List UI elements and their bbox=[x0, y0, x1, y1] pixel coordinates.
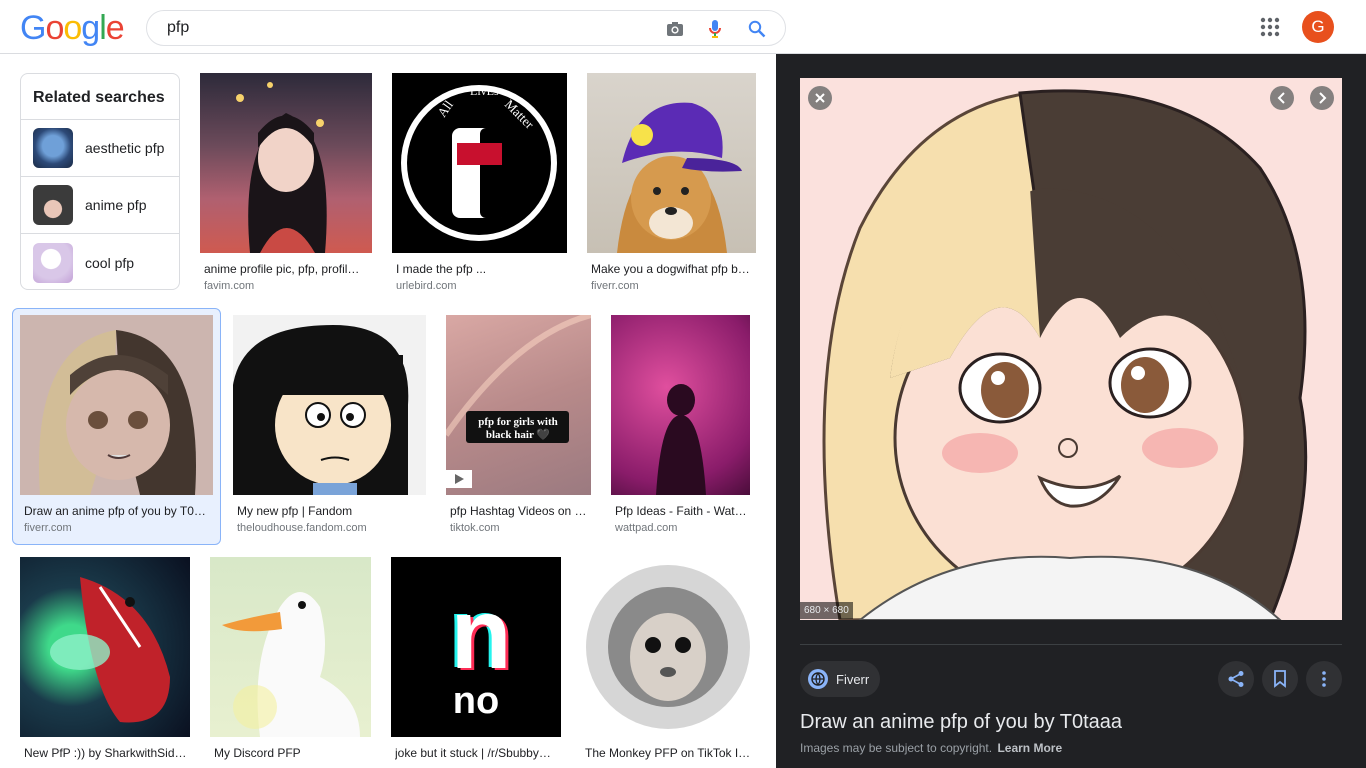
camera-icon[interactable] bbox=[663, 17, 687, 41]
apps-grid-icon[interactable] bbox=[1258, 15, 1282, 39]
result-caption[interactable]: anime profile pic, pfp, profil… bbox=[204, 262, 370, 276]
result-source: urlebird.com bbox=[396, 280, 457, 292]
result-caption[interactable]: Pfp Ideas - Faith - Watt… bbox=[615, 504, 748, 518]
share-button[interactable] bbox=[1218, 661, 1254, 697]
related-item-label: cool pfp bbox=[85, 254, 135, 271]
more-vert-icon bbox=[1322, 671, 1326, 687]
google-logo[interactable]: Google bbox=[20, 9, 125, 47]
related-thumb bbox=[33, 242, 73, 283]
result-image[interactable] bbox=[611, 315, 750, 495]
chevron-left-icon bbox=[1277, 92, 1285, 104]
copyright-notice: Images may be subject to copyright. Lear… bbox=[800, 741, 1062, 755]
result-caption[interactable]: pfp Hashtag Videos on … bbox=[450, 504, 589, 518]
result-tile[interactable]: All LivEs Matter I made the pfp ... urle… bbox=[392, 73, 567, 298]
result-image[interactable] bbox=[210, 557, 371, 737]
next-image-button[interactable] bbox=[1310, 86, 1334, 110]
result-caption[interactable]: My Discord PFP bbox=[214, 746, 369, 760]
result-tile[interactable]: My new pfp | Fandom theloudhouse.fandom.… bbox=[233, 315, 426, 540]
bookmark-icon bbox=[1274, 670, 1286, 688]
search-icon[interactable] bbox=[745, 17, 769, 41]
tiktok-overlay-line1: pfp for girls with bbox=[478, 416, 558, 428]
search-input[interactable] bbox=[167, 11, 647, 45]
share-icon bbox=[1228, 671, 1244, 687]
account-avatar[interactable]: G bbox=[1302, 11, 1334, 43]
result-image[interactable]: pfp for girls with black hair 🖤 bbox=[446, 315, 591, 495]
result-source: fiverr.com bbox=[24, 522, 72, 534]
related-item-label: aesthetic pfp bbox=[85, 140, 165, 156]
image-dimensions: 680 × 680 bbox=[800, 602, 853, 619]
result-caption[interactable]: Make you a dogwifhat pfp b… bbox=[591, 262, 754, 276]
logo-letter: o bbox=[45, 9, 64, 47]
result-caption[interactable]: My new pfp | Fandom bbox=[237, 504, 424, 518]
related-item-anime-pfp[interactable]: anime pfp bbox=[21, 177, 179, 234]
result-tile[interactable]: pfp for girls with black hair 🖤 pfp Hash… bbox=[446, 315, 591, 540]
result-source: wattpad.com bbox=[615, 522, 678, 534]
more-options-button[interactable] bbox=[1306, 661, 1342, 697]
result-tile-selected[interactable]: Draw an anime pfp of you by T0… fiverr.c… bbox=[20, 315, 213, 540]
logo-letter: o bbox=[63, 9, 82, 47]
result-tile[interactable]: The Monkey PFP on TikTok I… bbox=[581, 557, 756, 768]
source-site-name: Fiverr bbox=[836, 671, 870, 687]
source-site-chip[interactable]: Fiverr bbox=[800, 661, 881, 697]
result-image[interactable] bbox=[587, 73, 756, 253]
related-searches-title: Related searches bbox=[21, 74, 179, 120]
related-item-aesthetic-pfp[interactable]: aesthetic pfp bbox=[21, 120, 179, 177]
result-source: tiktok.com bbox=[450, 522, 500, 534]
logo-letter: G bbox=[20, 9, 46, 47]
previous-image-button[interactable] bbox=[1270, 86, 1294, 110]
related-searches-panel: Related searches aesthetic pfp anime pfp… bbox=[20, 73, 180, 290]
result-caption[interactable]: New PfP :)) by SharkwithSid… bbox=[24, 746, 188, 760]
result-tile[interactable]: My Discord PFP bbox=[210, 557, 371, 768]
logo-letter: g bbox=[81, 9, 100, 47]
learn-more-link[interactable]: Learn More bbox=[997, 741, 1062, 755]
close-icon bbox=[815, 93, 825, 103]
close-preview-button[interactable] bbox=[808, 86, 832, 110]
related-item-label: anime pfp bbox=[85, 197, 147, 213]
save-button[interactable] bbox=[1262, 661, 1298, 697]
divider bbox=[800, 644, 1342, 645]
globe-icon bbox=[808, 669, 828, 689]
result-source: fiverr.com bbox=[591, 280, 639, 292]
related-thumb bbox=[33, 185, 73, 225]
logo-letter: e bbox=[105, 9, 125, 47]
result-caption[interactable]: I made the pfp ... bbox=[396, 262, 565, 276]
chevron-right-icon bbox=[1319, 92, 1327, 104]
related-thumb bbox=[33, 128, 73, 168]
result-image[interactable] bbox=[20, 557, 190, 737]
top-header: Google G bbox=[0, 0, 1366, 54]
result-image[interactable]: All LivEs Matter bbox=[392, 73, 567, 253]
tiktok-overlay-line2: black hair 🖤 bbox=[486, 428, 551, 441]
copyright-text: Images may be subject to copyright. bbox=[800, 741, 993, 755]
search-box bbox=[146, 10, 786, 46]
result-image[interactable] bbox=[581, 557, 756, 737]
result-caption[interactable]: Draw an anime pfp of you by T0… bbox=[24, 504, 211, 518]
result-image[interactable] bbox=[20, 315, 213, 495]
result-image[interactable] bbox=[200, 73, 372, 253]
image-preview-panel: 680 × 680 Fiverr Draw an anime pfp of yo… bbox=[776, 54, 1366, 768]
result-source: theloudhouse.fandom.com bbox=[237, 522, 367, 534]
result-tile[interactable]: New PfP :)) by SharkwithSid… bbox=[20, 557, 190, 768]
result-image[interactable]: n n n no bbox=[391, 557, 561, 737]
preview-title[interactable]: Draw an anime pfp of you by T0taaa bbox=[800, 711, 1122, 734]
result-tile[interactable]: Make you a dogwifhat pfp b… fiverr.com bbox=[587, 73, 756, 298]
result-image[interactable] bbox=[233, 315, 426, 495]
image-text-n: n bbox=[450, 578, 511, 690]
preview-image[interactable] bbox=[800, 78, 1342, 620]
image-text-lives: LivEs bbox=[470, 84, 499, 98]
microphone-icon[interactable] bbox=[703, 17, 727, 41]
result-caption[interactable]: The Monkey PFP on TikTok I… bbox=[585, 746, 754, 760]
result-source: favim.com bbox=[204, 280, 255, 292]
result-tile[interactable]: Pfp Ideas - Faith - Watt… wattpad.com bbox=[611, 315, 750, 540]
related-item-cool-pfp[interactable]: cool pfp bbox=[21, 234, 179, 289]
result-tile[interactable]: n n n no joke but it stuck | /r/Sbubby… bbox=[391, 557, 561, 768]
image-text-no: no bbox=[453, 680, 499, 722]
result-tile[interactable]: anime profile pic, pfp, profil… favim.co… bbox=[200, 73, 372, 298]
result-caption[interactable]: joke but it stuck | /r/Sbubby… bbox=[395, 746, 559, 760]
